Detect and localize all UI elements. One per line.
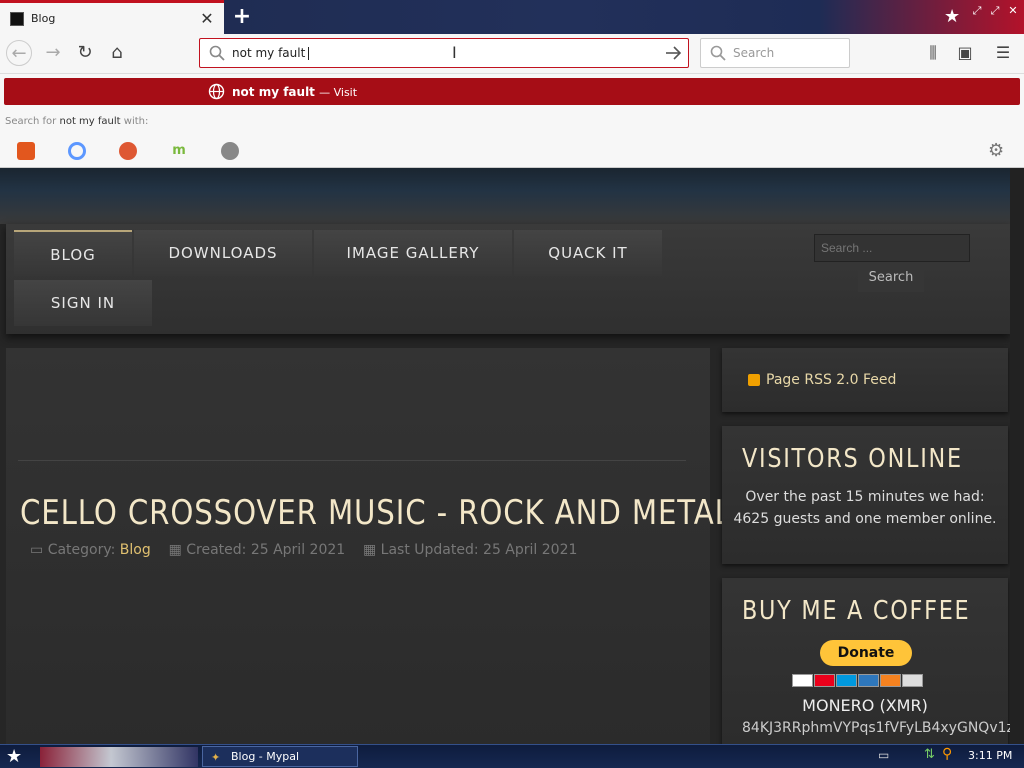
rss-icon: [748, 374, 760, 386]
sidebar-toggle-icon[interactable]: ▣: [952, 40, 978, 66]
menu-item-blog[interactable]: BLOG: [14, 230, 132, 276]
forward-arrow-icon[interactable]: →: [40, 40, 66, 66]
donate-button[interactable]: Donate: [820, 640, 912, 666]
monero-label: MONERO (XMR): [802, 696, 928, 715]
text-cursor-icon: I: [452, 43, 457, 62]
autocomplete-visit-row[interactable]: not my fault — Visit: [4, 78, 1020, 105]
mypal-app-icon: ✦: [211, 751, 221, 764]
updated-date: Last Updated: 25 April 2021: [380, 542, 578, 558]
go-arrow-icon[interactable]: [664, 45, 682, 61]
library-icon[interactable]: ⫼: [920, 40, 946, 66]
visit-query: not my fault: [232, 85, 315, 99]
maximize-window-button[interactable]: ⤢: [988, 4, 1002, 18]
url-bar[interactable]: not my fault I: [199, 38, 689, 68]
back-arrow-icon[interactable]: ←: [6, 40, 32, 66]
site-search-button[interactable]: Search: [858, 264, 924, 292]
close-tab-icon[interactable]: ✕: [199, 9, 215, 28]
article-meta: ▭ Category: Blog ▦ Created: 25 April 202…: [30, 542, 578, 558]
qwant-icon[interactable]: [68, 142, 86, 160]
search-tray-icon[interactable]: ⚲: [942, 746, 952, 762]
hamburger-menu-icon[interactable]: ☰: [990, 40, 1016, 66]
search-icon: [710, 45, 726, 61]
created-date: Created: 25 April 2021: [186, 542, 346, 558]
site-navigation: BLOG DOWNLOADS IMAGE GALLERY QUACK IT SI…: [6, 224, 1010, 334]
discover-icon: [880, 674, 901, 687]
mastercard-icon: [814, 674, 835, 687]
rss-module: Page RSS 2.0 Feed: [722, 348, 1008, 412]
searx-icon[interactable]: [221, 142, 239, 160]
monero-address: 84KJ3RRphmVYPqs1fVFyLB4xyGNQv1z: [742, 720, 1014, 736]
reload-icon[interactable]: ↻: [72, 40, 98, 66]
brave-icon[interactable]: [17, 142, 35, 160]
coffee-module: BUY ME A COFFEE Donate MONERO (XMR) 84KJ…: [722, 578, 1014, 744]
clock: 3:11 PM: [968, 749, 1013, 762]
visa-icon: [792, 674, 813, 687]
bank-card-icon: [902, 674, 923, 687]
autocomplete-popup: not my fault — Visit Search for not my f…: [0, 74, 1024, 168]
category-link[interactable]: Blog: [120, 542, 151, 558]
mojeek-icon[interactable]: m: [170, 142, 188, 160]
site-favicon-icon: [10, 12, 24, 26]
amex-icon: [858, 674, 879, 687]
payment-cards: [792, 672, 942, 687]
divider: [18, 460, 686, 461]
visitors-text: Over the past 15 minutes we had: 4625 gu…: [733, 489, 997, 527]
tab-strip: Blog ✕ + ★ ⤢ ⤢ ✕: [0, 0, 1024, 34]
visit-label: — Visit: [319, 86, 358, 99]
rss-feed-link[interactable]: Page RSS 2.0 Feed: [766, 372, 896, 388]
menu-item-quack-it[interactable]: QUACK IT: [514, 230, 662, 276]
menu-item-image-gallery[interactable]: IMAGE GALLERY: [314, 230, 512, 276]
article-title[interactable]: CELLO CROSSOVER MUSIC - ROCK AND METAL: [20, 493, 732, 533]
search-icon: [209, 45, 225, 61]
search-with-label: Search for not my fault with:: [5, 116, 149, 127]
page-scrollbar[interactable]: [1010, 168, 1024, 744]
site-banner-image: [0, 168, 1010, 224]
calendar-icon: ▦: [362, 542, 377, 558]
folder-icon: ▭: [30, 542, 44, 558]
url-input[interactable]: not my fault: [232, 46, 310, 60]
home-icon[interactable]: ⌂: [104, 40, 130, 66]
keyboard-icon[interactable]: ▭: [878, 748, 889, 762]
navigation-toolbar: ← → ↻ ⌂ not my fault I Search ⫼ ▣ ☰: [0, 34, 1024, 74]
menu-item-downloads[interactable]: DOWNLOADS: [134, 230, 312, 276]
menu-item-sign-in[interactable]: SIGN IN: [14, 280, 152, 326]
globe-icon: [208, 83, 225, 100]
coffee-heading: BUY ME A COFFEE: [742, 596, 971, 626]
web-page: BLOG DOWNLOADS IMAGE GALLERY QUACK IT SI…: [0, 168, 1024, 744]
minimize-window-button[interactable]: ⤢: [970, 4, 984, 18]
new-tab-button[interactable]: +: [232, 4, 252, 29]
search-bar[interactable]: Search: [700, 38, 850, 68]
start-button-icon[interactable]: ★: [6, 746, 22, 767]
gear-icon[interactable]: ⚙: [988, 140, 1004, 161]
taskbar-window-inactive[interactable]: [40, 747, 198, 767]
visitors-heading: VISITORS ONLINE: [742, 444, 963, 474]
star-icon: ★: [944, 6, 961, 27]
browser-tab[interactable]: Blog ✕: [0, 0, 224, 34]
search-bar-placeholder: Search: [733, 46, 775, 60]
visitors-module: VISITORS ONLINE Over the past 15 minutes…: [722, 426, 1008, 564]
calendar-icon: ▦: [168, 542, 182, 558]
taskbar: ★ ✦ Blog - Mypal ▭ ⇅ ⚲ 3:11 PM: [0, 744, 1024, 768]
maestro-icon: [836, 674, 857, 687]
duckduckgo-icon[interactable]: [119, 142, 137, 160]
close-window-button[interactable]: ✕: [1006, 4, 1020, 18]
taskbar-window-blog[interactable]: ✦ Blog - Mypal: [202, 746, 358, 767]
site-search-input[interactable]: [814, 234, 970, 262]
tab-title: Blog: [31, 12, 56, 25]
network-icon[interactable]: ⇅: [924, 747, 935, 762]
